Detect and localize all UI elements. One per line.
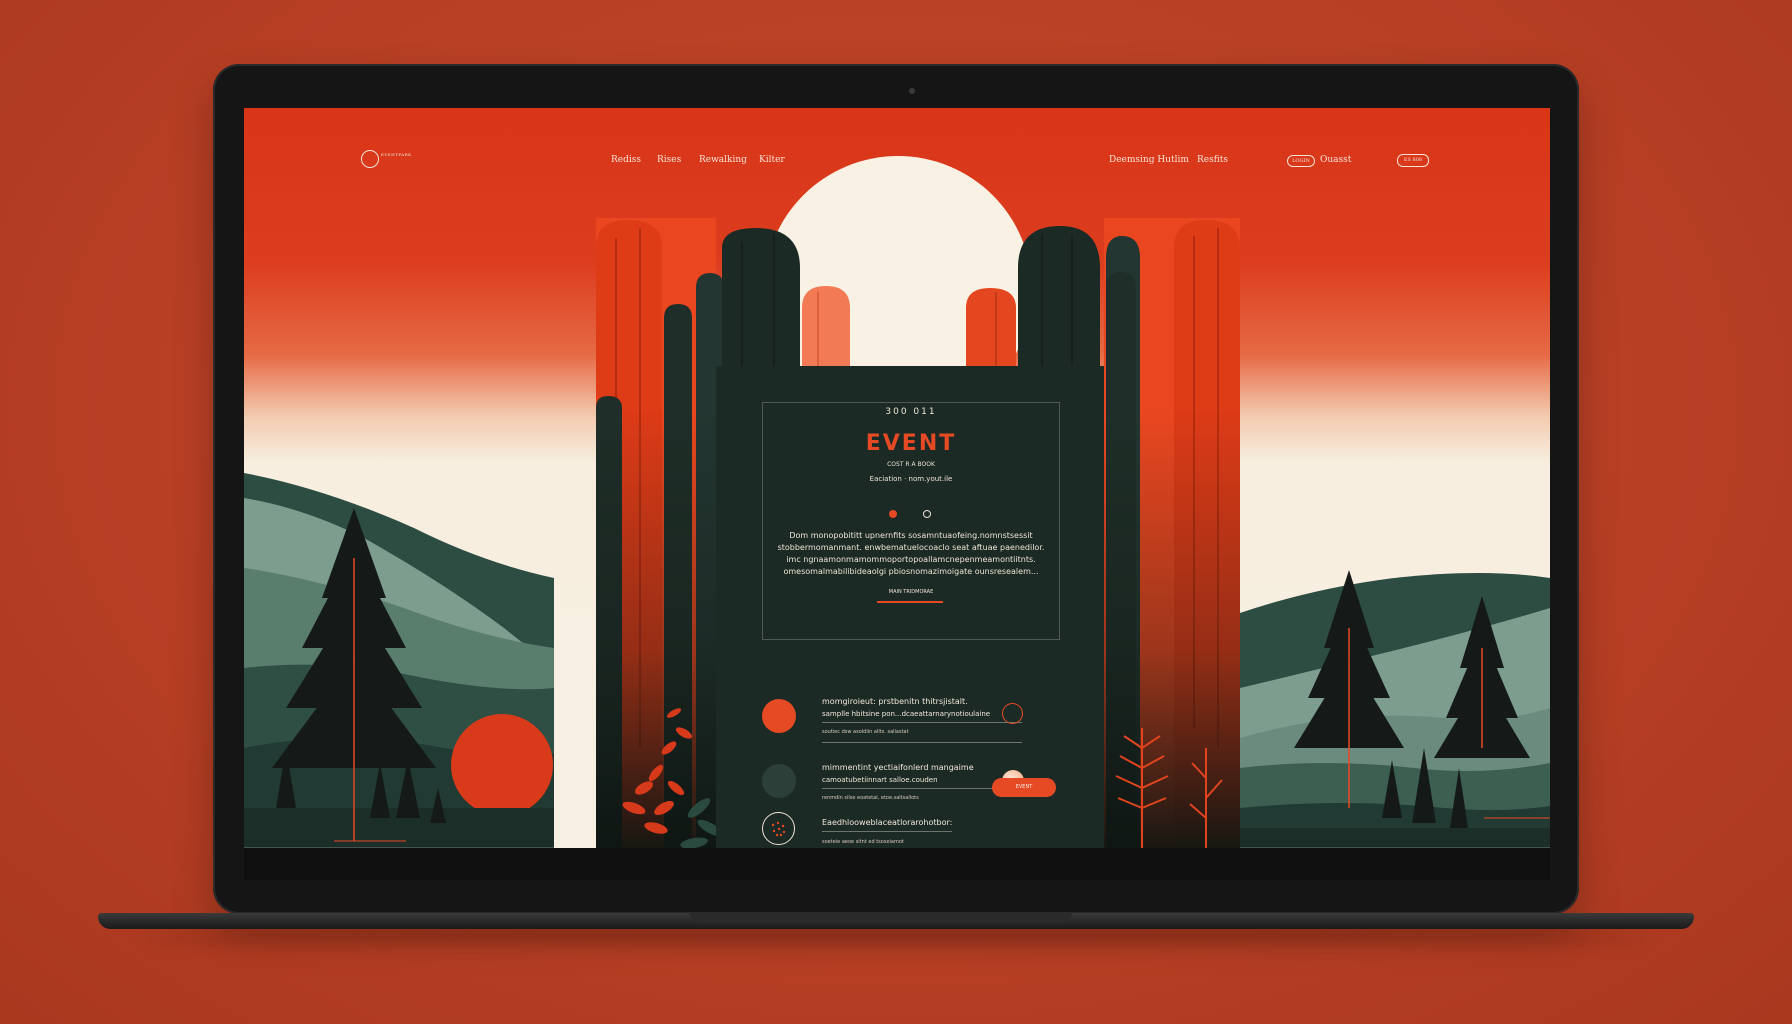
logo-icon[interactable] bbox=[361, 150, 379, 168]
event-title: EVENT bbox=[865, 431, 957, 456]
event-kicker: 300 011 bbox=[885, 407, 937, 417]
nav-link-4[interactable]: Kilter bbox=[759, 155, 785, 165]
event-2-meta: renmdin silse eoatetal, etoe.saltsallots bbox=[822, 795, 919, 801]
event-subtitle: COST R A BOOK bbox=[887, 461, 935, 468]
nav-link-5[interactable]: Deemsing Hutlim bbox=[1109, 155, 1189, 165]
camera-icon bbox=[909, 88, 915, 94]
laptop-notch bbox=[690, 913, 1072, 923]
divider bbox=[822, 831, 952, 832]
read-more-link[interactable]: MAIN TRIDMORAE bbox=[763, 589, 1059, 595]
divider bbox=[822, 722, 1022, 723]
logo-text: EVENTPARK bbox=[381, 152, 412, 157]
event-2-icon bbox=[762, 764, 796, 798]
event-cta-button[interactable]: EVENT bbox=[992, 778, 1056, 797]
event-meta: Eaciation · nom.yout.ile bbox=[869, 475, 953, 483]
event-header-box: 300 011 EVENT COST R A BOOK Eaciation · … bbox=[762, 402, 1060, 640]
event-description-line: omesomalmabilibideaolgi pbiosnomazimoiga… bbox=[783, 567, 1039, 576]
event-description-line: stobbermomanmant. enwbematuelocoaclo sea… bbox=[777, 543, 1045, 552]
event-3-icon bbox=[762, 812, 795, 845]
event-1-meta: soutiec dsw asoldiin allts. saliastat bbox=[822, 729, 909, 735]
link-underline bbox=[877, 601, 943, 603]
event-3-meta: soeteie aeoe sitnt ed tsoseiamot bbox=[822, 839, 904, 845]
event-1-toggle-button[interactable] bbox=[1002, 703, 1023, 724]
event-2-title[interactable]: mimmentint yectiaifonlerd mangaime bbox=[822, 763, 974, 772]
nav-link-1[interactable]: Rediss bbox=[611, 155, 641, 165]
carousel-dot-active[interactable] bbox=[889, 510, 897, 518]
screen: EVENTPARK Rediss Rises Rewalking Kilter … bbox=[244, 108, 1550, 880]
event-description-line: Dom monopobititt upnernfits sosamntuaofe… bbox=[789, 531, 1033, 540]
event-3-title[interactable]: Eaedhlooweblaceatlorarohotbor: bbox=[822, 818, 952, 827]
event-2-subtitle: camoatubetiinnart salloe.couden bbox=[822, 776, 938, 784]
screen-bottom-bar bbox=[244, 848, 1550, 880]
event-1-title[interactable]: momgiroieut: prstbenitn thitrsjistalt. bbox=[822, 697, 968, 706]
event-card: 300 011 EVENT COST R A BOOK Eaciation · … bbox=[716, 366, 1104, 854]
account-link[interactable]: Ouasst bbox=[1320, 155, 1351, 165]
event-1-subtitle: samplle hbitsine pon...dcaeattarnarynoti… bbox=[822, 710, 991, 718]
dots-pattern-icon bbox=[771, 821, 786, 837]
divider bbox=[822, 742, 1022, 743]
cta-pill-button[interactable]: ES 808 bbox=[1397, 154, 1429, 167]
event-1-icon bbox=[762, 699, 796, 733]
carousel-dot[interactable] bbox=[923, 510, 931, 518]
login-button[interactable]: LOGIN bbox=[1287, 155, 1315, 167]
nav-link-2[interactable]: Rises bbox=[657, 155, 681, 165]
nav-link-3[interactable]: Rewalking bbox=[699, 155, 747, 165]
event-description-line: imc ngnaamonmamommoportopoallamcnepenmea… bbox=[786, 555, 1036, 564]
nav-link-6[interactable]: Resfits bbox=[1197, 155, 1228, 165]
laptop-shadow bbox=[140, 929, 1652, 945]
